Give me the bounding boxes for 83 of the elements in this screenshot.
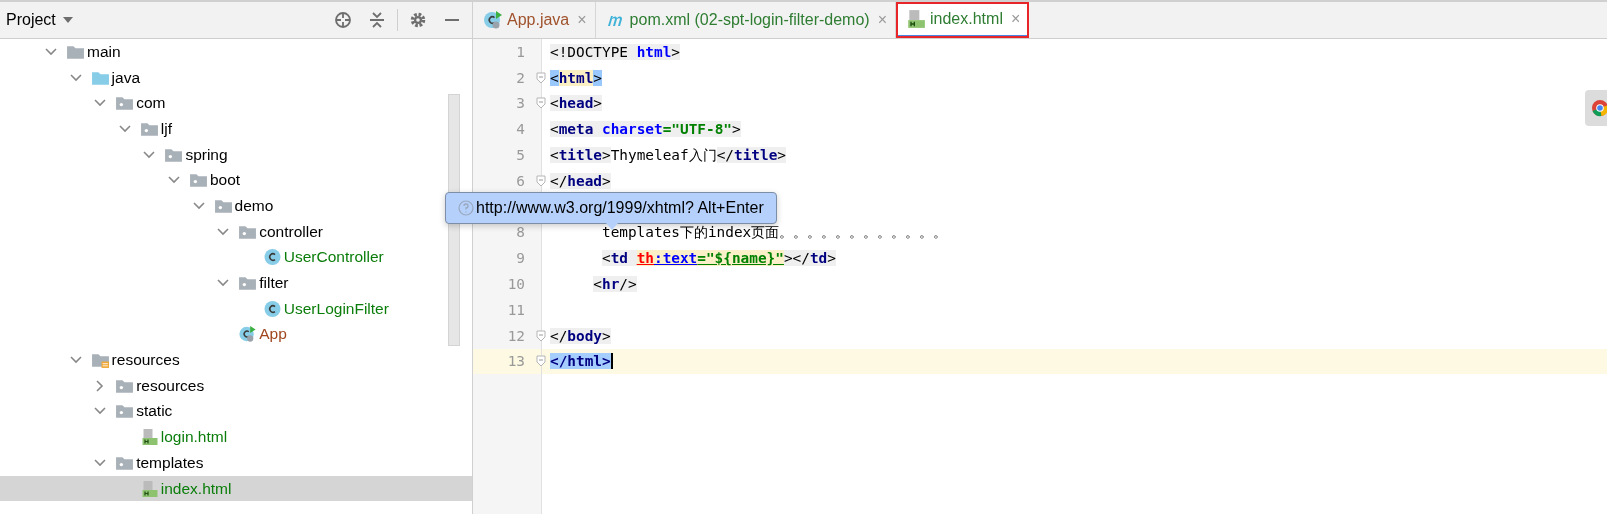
item-label: boot — [210, 171, 241, 190]
code-line: <!DOCTYPE html> — [550, 43, 680, 60]
line-number: 6 — [516, 172, 525, 189]
tree-item[interactable]: com — [0, 90, 472, 117]
item-label: login.html — [160, 428, 228, 447]
item-label: ljf — [160, 119, 172, 138]
tree-item[interactable]: login.html — [0, 424, 472, 450]
tree-item[interactable]: main — [0, 39, 472, 65]
item-label: spring — [185, 145, 228, 164]
class-icon — [262, 299, 282, 318]
line-number: 10 — [507, 276, 525, 293]
run-class-icon — [483, 10, 503, 30]
item-label: index.html — [160, 479, 232, 498]
run-class-icon — [238, 325, 258, 344]
item-label: UserController — [283, 248, 384, 267]
item-label: UserLoginFilter — [283, 299, 389, 318]
settings-icon[interactable] — [409, 11, 427, 29]
tree-item[interactable]: resources — [0, 372, 472, 399]
tree-item[interactable]: templates — [0, 450, 472, 476]
code-line: <title>Thymeleaf入门</title> — [550, 145, 786, 165]
tree-item[interactable]: demo — [0, 193, 472, 219]
line-number: 5 — [516, 147, 525, 164]
fold-marker-icon[interactable] — [536, 174, 546, 187]
item-label: demo — [234, 196, 274, 215]
line-number: 13 — [507, 353, 525, 370]
browser-button[interactable] — [1585, 90, 1607, 126]
fold-marker-icon[interactable] — [536, 71, 546, 84]
item-label: templates — [136, 453, 204, 472]
line-number: 3 — [516, 95, 525, 112]
panel-title[interactable]: Project — [6, 11, 56, 29]
editor-tab[interactable]: App.java × — [473, 2, 596, 38]
code-line: <hr/> — [592, 276, 637, 293]
tree-item[interactable]: UserController — [0, 244, 472, 271]
class-icon — [262, 248, 282, 267]
html-file-icon — [906, 8, 926, 29]
tree-item[interactable]: controller — [0, 218, 472, 245]
item-label: resources — [136, 376, 205, 395]
item-label: controller — [259, 222, 323, 241]
item-label: com — [136, 94, 166, 113]
browser-icon — [1591, 99, 1607, 117]
line-number: 8 — [516, 224, 525, 241]
item-label: resources — [111, 351, 180, 370]
code-line: </head> — [550, 172, 611, 189]
folder-icon — [238, 274, 258, 293]
editor-tab[interactable]: index.html × — [896, 2, 1030, 38]
tree-item[interactable]: boot — [0, 167, 472, 194]
line-number: 9 — [516, 250, 525, 267]
tree-item[interactable]: UserLoginFilter — [0, 295, 472, 322]
tree-item[interactable]: ljf — [0, 116, 472, 142]
code-line: <head> — [550, 95, 602, 112]
tree-item[interactable]: App — [0, 321, 472, 348]
item-label: filter — [259, 274, 289, 293]
fold-marker-icon[interactable] — [536, 329, 546, 342]
line-number: 4 — [516, 121, 525, 138]
item-label: App — [259, 325, 287, 344]
item-label: static — [136, 402, 173, 421]
tooltip-text: http://www.w3.org/1999/xhtml? Alt+Enter — [476, 199, 764, 217]
line-number: 11 — [507, 301, 525, 318]
target-icon[interactable] — [334, 11, 352, 29]
help-icon — [458, 200, 474, 216]
tree-item[interactable]: java — [0, 64, 472, 91]
dropdown-caret-icon[interactable] — [61, 16, 74, 24]
code-line: <html> — [550, 69, 602, 86]
line-number: 1 — [516, 43, 525, 60]
folder-icon — [189, 171, 208, 190]
line-number: 12 — [507, 327, 525, 344]
folder-icon — [115, 94, 135, 113]
tree-item[interactable]: index.html — [0, 475, 472, 502]
folder-icon — [115, 402, 135, 421]
fold-marker-icon[interactable] — [536, 355, 546, 368]
code-line: <meta charset="UTF-8"> — [550, 121, 741, 138]
code-line: <td th:text="${name}"></td> — [600, 250, 836, 267]
line-number: 2 — [516, 69, 525, 86]
item-label: java — [111, 68, 141, 87]
tree-item[interactable]: spring — [0, 141, 472, 168]
tree-item[interactable]: resources — [0, 347, 472, 373]
folder-icon — [90, 351, 110, 370]
tree-item[interactable]: static — [0, 398, 472, 425]
tree-item[interactable]: filter — [0, 270, 472, 296]
collapse-icon[interactable] — [368, 11, 386, 29]
fold-marker-icon[interactable] — [536, 97, 546, 110]
code-line: </body> — [550, 327, 611, 344]
item-label: main — [87, 42, 121, 61]
